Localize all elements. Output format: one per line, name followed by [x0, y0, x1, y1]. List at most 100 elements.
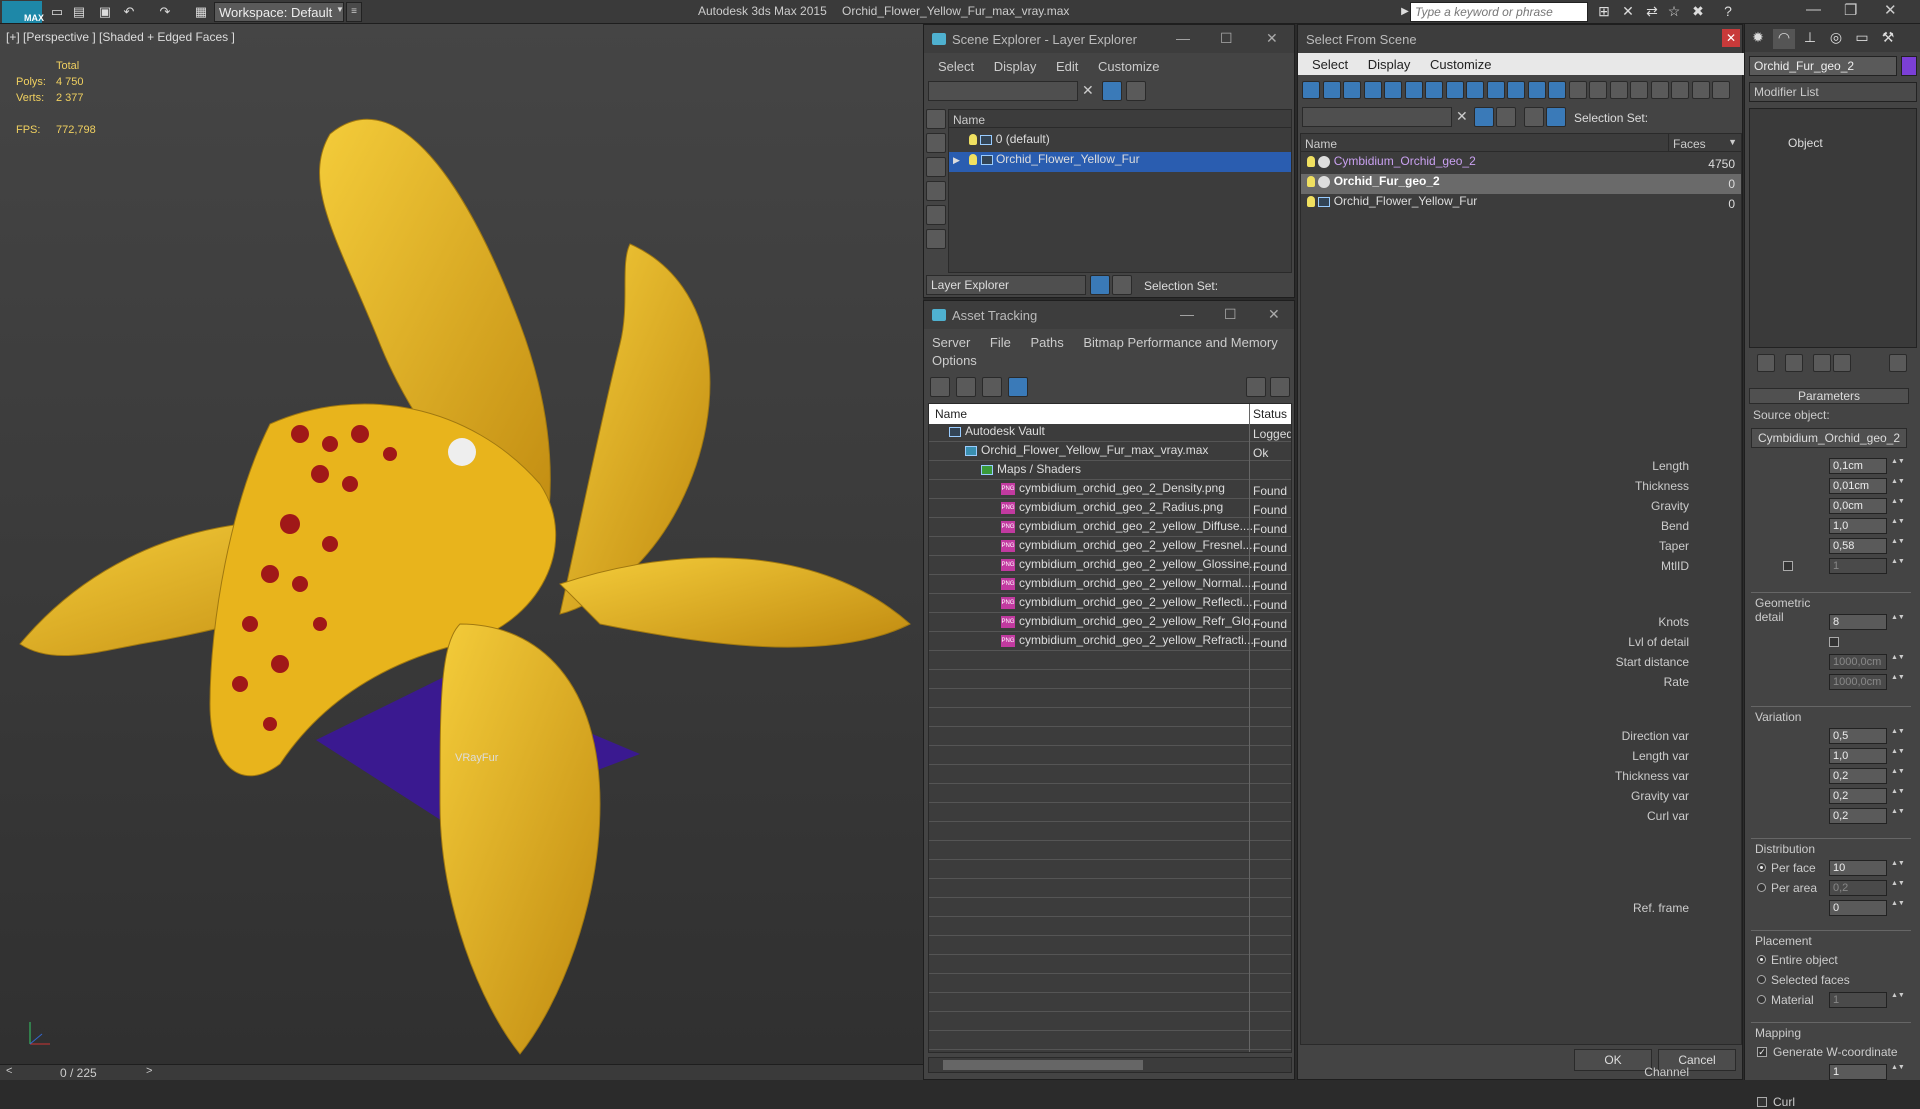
- utilities-tab-icon[interactable]: ⚒: [1877, 29, 1899, 49]
- spinner-arrows-icon[interactable]: ▲▼: [1891, 478, 1905, 494]
- object-row-cymbidium[interactable]: Cymbidium_Orchid_geo_2 4750: [1301, 154, 1741, 174]
- spinner-arrows-icon[interactable]: ▲▼: [1891, 808, 1905, 824]
- lvl-of-detail-checkbox[interactable]: [1829, 637, 1839, 647]
- display-cameras-icon[interactable]: [926, 181, 946, 201]
- prev-frame-icon[interactable]: <: [6, 1065, 12, 1077]
- scene-explorer-window[interactable]: Scene Explorer - Layer Explorer — ☐ ✕ Se…: [923, 24, 1295, 298]
- bulb-icon[interactable]: [1307, 156, 1315, 168]
- spinner-arrows-icon[interactable]: ▲▼: [1891, 654, 1905, 670]
- close-icon[interactable]: ✕: [1266, 30, 1278, 47]
- param-spinner[interactable]: 1000,0cm: [1829, 654, 1887, 670]
- display-frozen-icon[interactable]: [1507, 81, 1525, 99]
- show-end-result-icon[interactable]: [1785, 354, 1803, 372]
- spinner-arrows-icon[interactable]: ▲▼: [1891, 900, 1905, 916]
- layer-row-default[interactable]: 0 (default): [969, 132, 1050, 152]
- param-spinner[interactable]: 0,58: [1829, 538, 1887, 554]
- help-icon[interactable]: [1246, 377, 1266, 397]
- horizontal-scrollbar[interactable]: [928, 1057, 1292, 1073]
- layer-row-orchid[interactable]: ▶ Orchid_Flower_Yellow_Fur: [949, 152, 1291, 172]
- object-row-flower[interactable]: Orchid_Flower_Yellow_Fur 0: [1301, 194, 1741, 214]
- sort-arrow-icon[interactable]: ▼: [1728, 137, 1737, 147]
- asset-row[interactable]: Autodesk Vault Logged: [929, 424, 1291, 444]
- clear-search-icon[interactable]: ✕: [1456, 108, 1468, 125]
- param-spinner[interactable]: 1,0: [1829, 748, 1887, 764]
- column-name[interactable]: Name: [949, 110, 1291, 128]
- binoculars-icon[interactable]: ⊞: [1594, 3, 1614, 21]
- asset-list[interactable]: Name Status Autodesk Vault Logged Orchid_F…: [928, 403, 1292, 1053]
- orchid-model[interactable]: [0, 24, 923, 1064]
- asset-row[interactable]: PNG cymbidium_orchid_geo_2_Radius.png Foun…: [929, 500, 1291, 520]
- display-spacewarps-icon[interactable]: [926, 229, 946, 249]
- param-spinner[interactable]: 1: [1829, 992, 1887, 1008]
- modify-tab-icon[interactable]: ◠: [1773, 29, 1795, 49]
- spinner-arrows-icon[interactable]: ▲▼: [1891, 748, 1905, 764]
- refresh-icon[interactable]: [930, 377, 950, 397]
- connect-icon[interactable]: ✖: [1688, 3, 1708, 21]
- help-icon[interactable]: ?: [1718, 3, 1738, 21]
- layers-toggle-icon[interactable]: [1126, 81, 1146, 101]
- close-icon[interactable]: ✕: [1884, 1, 1897, 19]
- parameters-rollout[interactable]: Parameters: [1749, 388, 1909, 404]
- redo-icon[interactable]: ↷: [156, 3, 174, 21]
- spinner-arrows-icon[interactable]: ▲▼: [1891, 992, 1905, 1008]
- display-all-icon[interactable]: [1548, 81, 1566, 99]
- scrollbar-thumb[interactable]: [943, 1060, 1143, 1070]
- layer-explorer-icon[interactable]: [1524, 107, 1544, 127]
- display-geometry-icon[interactable]: [1302, 81, 1320, 99]
- asset-row[interactable]: PNG cymbidium_orchid_geo_2_yellow_Refract…: [929, 633, 1291, 653]
- search-input[interactable]: Type a keyword or phrase: [1410, 2, 1588, 22]
- param-spinner[interactable]: 0,5: [1829, 728, 1887, 744]
- explorer-type-dropdown[interactable]: Layer Explorer: [926, 275, 1086, 295]
- param-spinner[interactable]: 0,0cm: [1829, 498, 1887, 514]
- configure-sets-icon[interactable]: [1889, 354, 1907, 372]
- hierarchy-tab-icon[interactable]: ⊥: [1799, 29, 1821, 49]
- spinner-arrows-icon[interactable]: ▲▼: [1891, 728, 1905, 744]
- asset-row[interactable]: PNG cymbidium_orchid_geo_2_Density.png Fou…: [929, 481, 1291, 501]
- display-xrefs-icon[interactable]: [1445, 81, 1464, 99]
- thumbnail-icon[interactable]: [982, 377, 1002, 397]
- spinner-arrows-icon[interactable]: ▲▼: [1891, 674, 1905, 690]
- object-name-field[interactable]: Orchid_Fur_geo_2: [1749, 56, 1897, 76]
- param-spinner[interactable]: 1: [1829, 558, 1887, 574]
- sort-icon[interactable]: [1691, 81, 1710, 99]
- select-all-icon[interactable]: [1609, 81, 1628, 99]
- project-folder-icon[interactable]: ▦: [192, 3, 210, 21]
- bulb-icon[interactable]: [1307, 176, 1315, 188]
- param-spinner[interactable]: 0,01cm: [1829, 478, 1887, 494]
- next-frame-icon[interactable]: >: [146, 1065, 152, 1077]
- display-none-icon[interactable]: [1568, 81, 1587, 99]
- object-color-swatch[interactable]: [1901, 56, 1917, 76]
- param-spinner[interactable]: 10: [1829, 860, 1887, 876]
- menu-bitmap[interactable]: Bitmap Performance and Memory: [1083, 335, 1277, 350]
- pin-stack-icon[interactable]: [1757, 354, 1775, 372]
- display-lights-icon[interactable]: [1343, 81, 1361, 99]
- settings-icon[interactable]: [1270, 377, 1290, 397]
- minimize-icon[interactable]: —: [1176, 30, 1190, 46]
- column-name[interactable]: Name: [935, 407, 967, 421]
- undo-icon[interactable]: ↶: [120, 3, 138, 21]
- spinner-arrows-icon[interactable]: ▲▼: [1891, 1064, 1905, 1080]
- filter-options-icon[interactable]: [1671, 81, 1689, 99]
- restore-icon[interactable]: ❐: [1844, 1, 1857, 19]
- spinner-arrows-icon[interactable]: ▲▼: [1891, 558, 1905, 574]
- asset-row[interactable]: PNG cymbidium_orchid_geo_2_yellow_Refr_Gl…: [929, 614, 1291, 634]
- asset-row[interactable]: PNG cymbidium_orchid_geo_2_yellow_Fresnel…: [929, 538, 1291, 558]
- app-logo[interactable]: MAX: [2, 1, 44, 23]
- filter-icon[interactable]: [1102, 81, 1122, 101]
- menu-customize[interactable]: Customize: [1098, 59, 1159, 74]
- select-none-icon[interactable]: [1630, 81, 1648, 99]
- workspace-dropdown[interactable]: Workspace: Default: [214, 2, 344, 22]
- asset-tracking-window[interactable]: Asset Tracking — ☐ ✕ Server File Paths B…: [923, 300, 1295, 1080]
- workspace-menu-icon[interactable]: ≡: [346, 2, 362, 22]
- asset-row[interactable]: Orchid_Flower_Yellow_Fur_max_vray.max Ok: [929, 443, 1291, 463]
- param-spinner[interactable]: 1: [1829, 1064, 1887, 1080]
- command-panel[interactable]: ✹ ◠ ⊥ ◎ ▭ ⚒ Orchid_Fur_geo_2 Modifier Li…: [1615, 24, 1920, 1109]
- menu-paths[interactable]: Paths: [1031, 335, 1064, 350]
- maximize-icon[interactable]: ☐: [1220, 30, 1233, 47]
- param-spinner[interactable]: 0,1cm: [1829, 458, 1887, 474]
- maximize-icon[interactable]: ☐: [1224, 306, 1237, 323]
- asset-row[interactable]: PNG cymbidium_orchid_geo_2_yellow_Reflect…: [929, 595, 1291, 615]
- menu-customize[interactable]: Customize: [1430, 57, 1491, 72]
- make-unique-icon[interactable]: [1813, 354, 1831, 372]
- param-spinner[interactable]: 1,0: [1829, 518, 1887, 534]
